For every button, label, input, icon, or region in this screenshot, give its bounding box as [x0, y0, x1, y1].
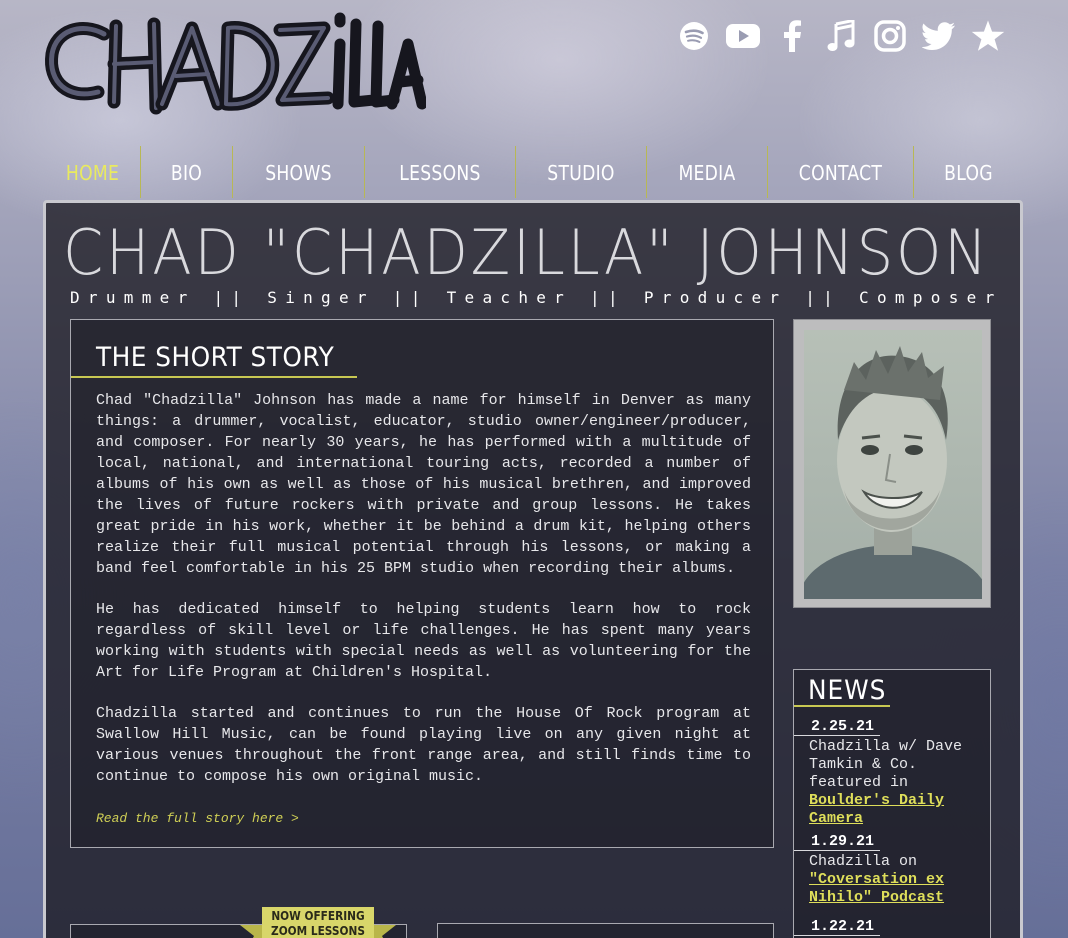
news-link[interactable]: "Coversation ex Nihilo" Podcast [809, 871, 944, 906]
news-heading: NEWS [808, 675, 887, 706]
twitter-icon[interactable] [921, 18, 957, 54]
news-date: 1.29.21 [794, 833, 880, 851]
instagram-icon[interactable] [872, 18, 908, 54]
badge-line: ZOOM LESSONS [271, 924, 365, 938]
news-body: Chadzilla w/ Dave Tamkin & Co. featured … [794, 736, 990, 828]
story-paragraph: He has dedicated himself to helping stud… [96, 601, 751, 681]
nav-item-bio[interactable]: BIO [147, 146, 225, 198]
nav-divider [140, 146, 141, 198]
star-icon[interactable] [970, 18, 1006, 54]
nav-item-shows[interactable]: SHOWS [242, 146, 355, 198]
music-note-icon[interactable] [823, 18, 859, 54]
news-item: 2.25.21 Chadzilla w/ Dave Tamkin & Co. f… [794, 718, 990, 828]
short-story-heading: THE SHORT STORY [96, 342, 335, 373]
news-text: Chadzilla w/ Dave Tamkin & Co. featured … [809, 738, 963, 791]
nav-divider [913, 146, 914, 198]
story-paragraph: Chad "Chadzilla" Johnson has made a name… [96, 392, 751, 577]
heading-underline [71, 376, 357, 378]
nav-divider [232, 146, 233, 198]
news-body: Chadzilla on "Coversation ex Nihilo" Pod… [794, 851, 990, 907]
nav-item-blog[interactable]: BLOG [922, 146, 1016, 198]
badge-line: NOW OFFERING [271, 909, 365, 923]
story-paragraph: Chadzilla started and continues to run t… [96, 705, 751, 785]
nav-divider [515, 146, 516, 198]
spotify-icon[interactable] [676, 18, 712, 54]
nav-item-contact[interactable]: CONTACT [778, 146, 903, 198]
news-date: 1.22.21 [794, 918, 880, 936]
news-item: 1.29.21 Chadzilla on "Coversation ex Nih… [794, 833, 990, 907]
main-nav: HOME BIO SHOWS LESSONS STUDIO MEDIA CONT… [45, 146, 1024, 198]
read-full-story-link[interactable]: Read the full story here > [96, 811, 299, 826]
nav-divider [767, 146, 768, 198]
nav-item-studio[interactable]: STUDIO [525, 146, 637, 198]
youtube-icon[interactable] [725, 18, 761, 54]
zoom-lessons-badge[interactable]: NOW OFFERING ZOOM LESSONS [240, 907, 396, 938]
nav-item-media[interactable]: MEDIA [655, 146, 758, 198]
news-item: 1.22.21 [794, 918, 990, 936]
news-date: 2.25.21 [794, 718, 880, 736]
site-logo[interactable] [42, 4, 428, 122]
page-title: CHAD "CHADZILLA" JOHNSON [63, 216, 991, 289]
page-subtitle: Drummer || Singer || Teacher || Producer… [70, 288, 1003, 307]
portrait-photo [804, 330, 982, 599]
short-story-text: Chad "Chadzilla" Johnson has made a name… [96, 390, 751, 807]
nav-item-lessons[interactable]: LESSONS [376, 146, 505, 198]
portrait-illustration [804, 346, 982, 599]
nav-divider [646, 146, 647, 198]
nav-divider [364, 146, 365, 198]
secondary-box [437, 923, 774, 938]
chadzilla-logo-graphic [45, 12, 428, 115]
social-links [676, 18, 1006, 54]
nav-item-home[interactable]: HOME [52, 146, 134, 198]
portrait-frame [793, 319, 991, 608]
zoom-badge-text: NOW OFFERING ZOOM LESSONS [269, 909, 368, 938]
news-link[interactable]: Boulder's Daily Camera [809, 792, 944, 827]
heading-underline [794, 705, 890, 707]
facebook-icon[interactable] [774, 18, 810, 54]
news-text: Chadzilla on [809, 853, 918, 870]
